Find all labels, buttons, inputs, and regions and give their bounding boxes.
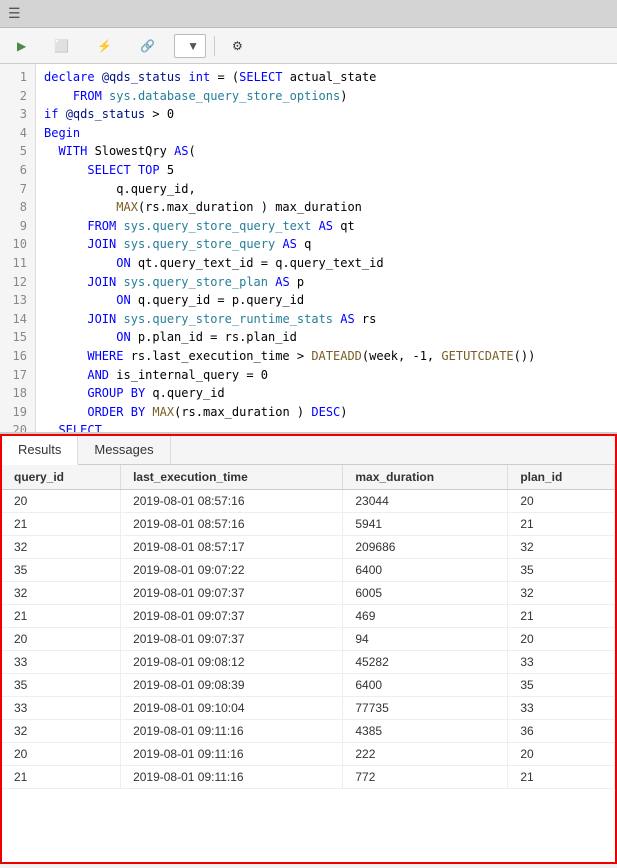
cell-last_execution_time: 2019-08-01 09:11:16 [121,766,343,789]
cell-plan_id: 32 [508,582,615,605]
cell-last_execution_time: 2019-08-01 09:08:39 [121,674,343,697]
cancel-button[interactable]: ⬜ [45,35,82,57]
cell-max_duration: 209686 [343,536,508,559]
code-content[interactable]: declare @qds_status int = (SELECT actual… [36,64,617,432]
cell-plan_id: 21 [508,513,615,536]
line-numbers: 12345678910111213141516171819202122 [0,64,36,432]
cell-plan_id: 21 [508,605,615,628]
toolbar-separator [214,36,215,56]
column-header-query_id: query_id [2,465,121,490]
cell-max_duration: 77735 [343,697,508,720]
column-header-plan_id: plan_id [508,465,615,490]
cell-query_id: 35 [2,559,121,582]
cell-query_id: 20 [2,743,121,766]
cell-query_id: 33 [2,651,121,674]
cell-query_id: 21 [2,766,121,789]
results-table-container[interactable]: query_idlast_execution_timemax_durationp… [2,465,615,862]
cell-query_id: 32 [2,582,121,605]
explain-icon: ⚙ [232,39,243,53]
table-row: 352019-08-01 09:08:39640035 [2,674,615,697]
column-header-last_execution_time: last_execution_time [121,465,343,490]
cell-plan_id: 33 [508,697,615,720]
title-bar: ☰ [0,0,617,28]
cell-plan_id: 35 [508,559,615,582]
cell-last_execution_time: 2019-08-01 09:07:22 [121,559,343,582]
dropdown-arrow-icon: ▼ [187,39,199,53]
cell-last_execution_time: 2019-08-01 09:10:04 [121,697,343,720]
run-icon: ▶ [17,39,26,53]
results-tab-results[interactable]: Results [2,436,78,465]
cell-last_execution_time: 2019-08-01 09:11:16 [121,743,343,766]
change-connection-icon: 🔗 [140,39,155,53]
cancel-icon: ⬜ [54,39,69,53]
cell-query_id: 32 [2,720,121,743]
cell-max_duration: 4385 [343,720,508,743]
table-row: 352019-08-01 09:07:22640035 [2,559,615,582]
cell-last_execution_time: 2019-08-01 08:57:17 [121,536,343,559]
cell-query_id: 20 [2,628,121,651]
cell-plan_id: 20 [508,490,615,513]
cell-query_id: 32 [2,536,121,559]
cell-max_duration: 23044 [343,490,508,513]
change-connection-button[interactable]: 🔗 [131,35,168,57]
cell-max_duration: 6400 [343,674,508,697]
connection-dropdown[interactable]: ▼ [174,34,206,58]
editor-area: 12345678910111213141516171819202122 decl… [0,64,617,434]
cell-plan_id: 20 [508,743,615,766]
cell-plan_id: 35 [508,674,615,697]
cell-max_duration: 222 [343,743,508,766]
cell-query_id: 20 [2,490,121,513]
cell-last_execution_time: 2019-08-01 08:57:16 [121,490,343,513]
cell-max_duration: 5941 [343,513,508,536]
table-row: 322019-08-01 08:57:1720968632 [2,536,615,559]
table-row: 322019-08-01 09:11:16438536 [2,720,615,743]
cell-query_id: 21 [2,513,121,536]
cell-last_execution_time: 2019-08-01 09:07:37 [121,582,343,605]
table-row: 202019-08-01 09:11:1622220 [2,743,615,766]
table-row: 202019-08-01 09:07:379420 [2,628,615,651]
cell-last_execution_time: 2019-08-01 08:57:16 [121,513,343,536]
cell-max_duration: 469 [343,605,508,628]
cell-query_id: 33 [2,697,121,720]
results-tabs: ResultsMessages [2,436,615,465]
cell-plan_id: 21 [508,766,615,789]
cell-last_execution_time: 2019-08-01 09:07:37 [121,605,343,628]
disconnect-icon: ⚡ [97,39,112,53]
column-header-max_duration: max_duration [343,465,508,490]
cell-query_id: 35 [2,674,121,697]
bottom-container: ResultsMessages query_idlast_execution_t… [0,434,617,864]
cell-last_execution_time: 2019-08-01 09:11:16 [121,720,343,743]
run-button[interactable]: ▶ [8,35,39,57]
cell-plan_id: 20 [508,628,615,651]
cell-max_duration: 94 [343,628,508,651]
cell-max_duration: 45282 [343,651,508,674]
cell-last_execution_time: 2019-08-01 09:07:37 [121,628,343,651]
results-panel: ResultsMessages query_idlast_execution_t… [0,434,617,864]
title-bar-left: ☰ [8,5,27,22]
table-row: 202019-08-01 08:57:162304420 [2,490,615,513]
disconnect-button[interactable]: ⚡ [88,35,125,57]
table-row: 212019-08-01 09:11:1677221 [2,766,615,789]
table-row: 332019-08-01 09:08:124528233 [2,651,615,674]
toolbar: ▶ ⬜ ⚡ 🔗 ▼ ⚙ [0,28,617,64]
results-table: query_idlast_execution_timemax_durationp… [2,465,615,789]
table-row: 322019-08-01 09:07:37600532 [2,582,615,605]
table-row: 332019-08-01 09:10:047773533 [2,697,615,720]
table-row: 212019-08-01 09:07:3746921 [2,605,615,628]
cell-query_id: 21 [2,605,121,628]
cell-last_execution_time: 2019-08-01 09:08:12 [121,651,343,674]
cell-max_duration: 6005 [343,582,508,605]
explain-button[interactable]: ⚙ [223,35,256,57]
table-row: 212019-08-01 08:57:16594121 [2,513,615,536]
cell-max_duration: 6400 [343,559,508,582]
cell-plan_id: 32 [508,536,615,559]
cell-plan_id: 36 [508,720,615,743]
results-tab-messages[interactable]: Messages [78,436,170,464]
menu-icon[interactable]: ☰ [8,5,21,22]
cell-max_duration: 772 [343,766,508,789]
cell-plan_id: 33 [508,651,615,674]
